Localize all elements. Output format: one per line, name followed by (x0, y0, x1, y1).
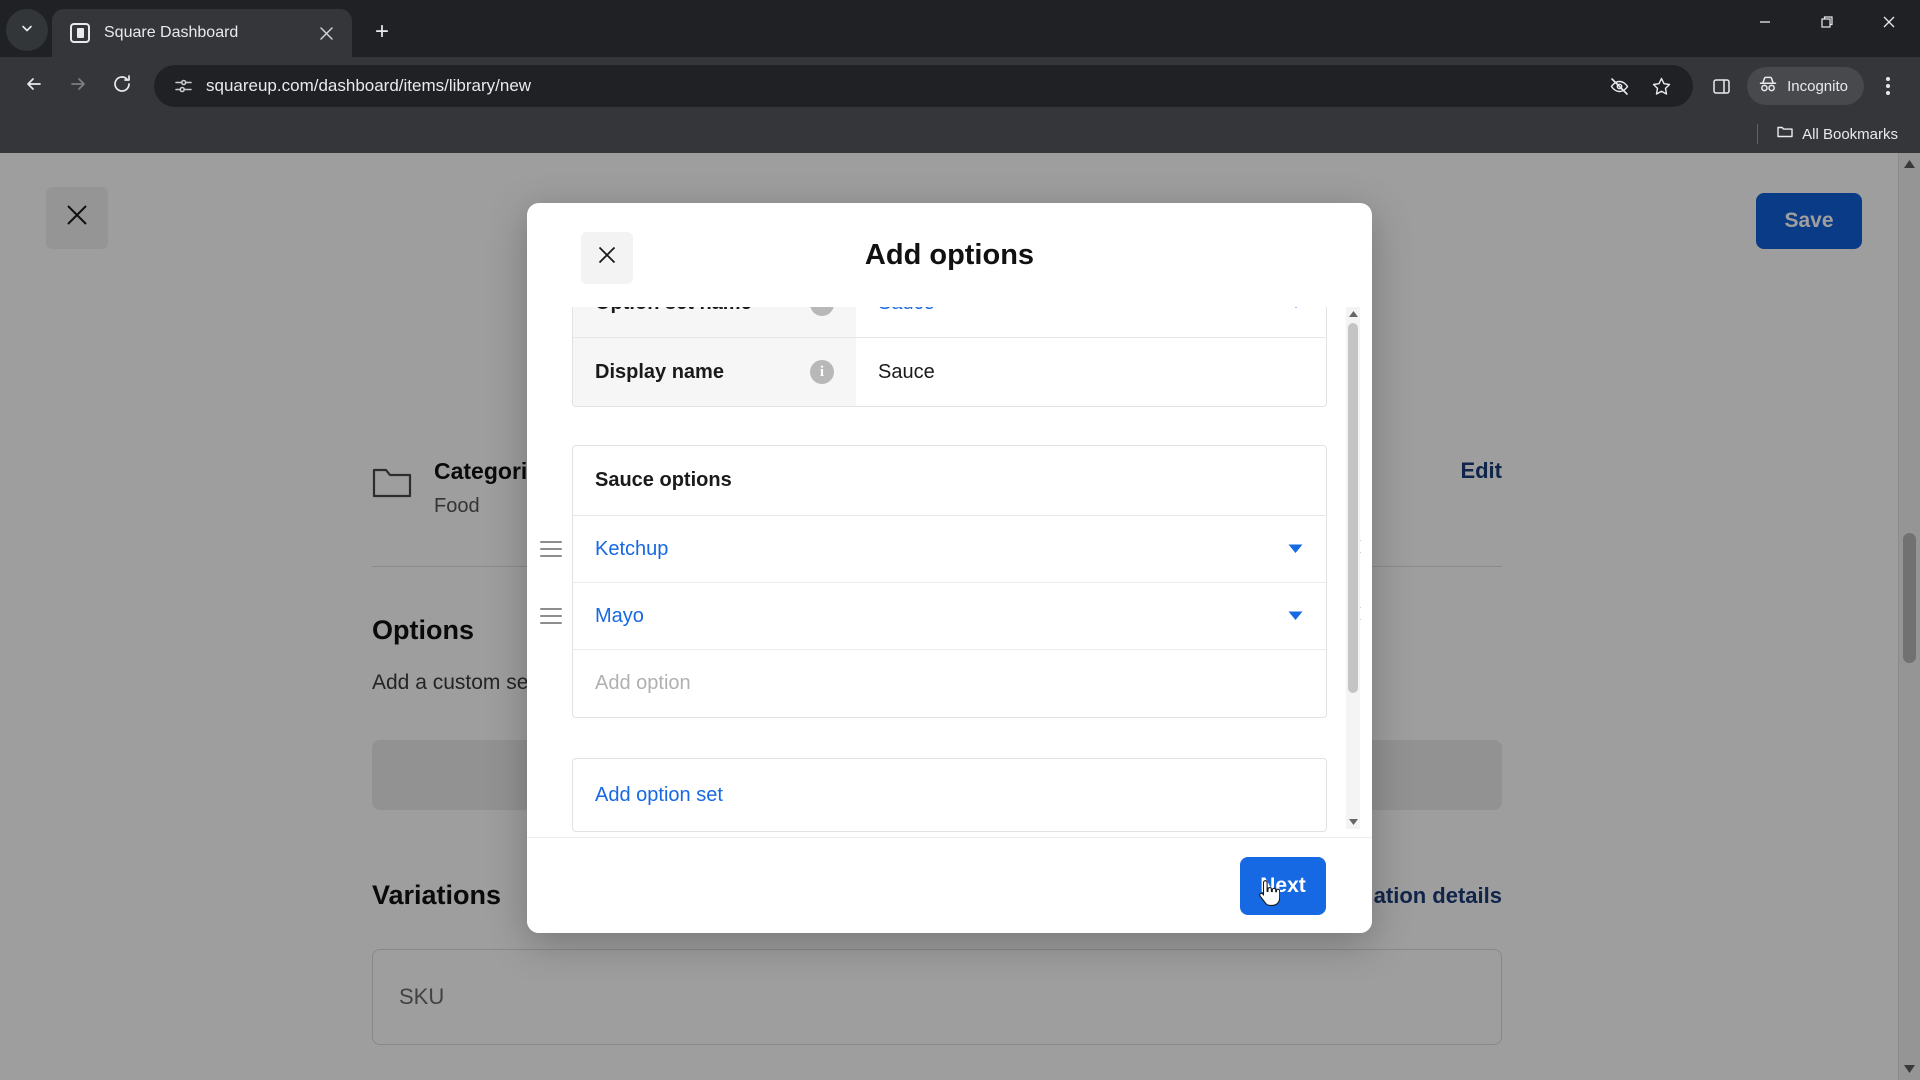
option-row-mayo[interactable]: Mayo (540, 583, 1361, 650)
reload-button[interactable] (100, 64, 144, 108)
next-button[interactable]: Next (1240, 856, 1326, 915)
info-icon[interactable]: i (810, 307, 834, 316)
tab-search-button[interactable] (6, 9, 48, 51)
option-set-name-value: Sauce (878, 307, 935, 315)
minimize-button[interactable] (1734, 0, 1796, 44)
restore-icon (1820, 15, 1834, 29)
option-set-name-value-cell[interactable]: Sauce (856, 307, 1326, 337)
eye-slash-icon[interactable] (1601, 68, 1637, 104)
option-set-fields-card: Option set name i Sauce (572, 307, 1327, 407)
display-name-label-cell: Display name i (573, 338, 856, 406)
sauce-options-card: Sauce options Ketchup Mayo Add option (540, 445, 1361, 718)
page-viewport: Save Create an Item Categories Food Edit… (0, 153, 1920, 1080)
chevron-down-icon[interactable] (1288, 307, 1304, 312)
minimize-icon (1758, 15, 1772, 29)
chevron-down-icon[interactable] (1287, 606, 1304, 626)
plus-icon: + (374, 18, 389, 45)
reload-icon (111, 73, 133, 100)
display-name-row[interactable]: Display name i Sauce (573, 338, 1326, 406)
new-tab-button[interactable]: + (364, 14, 400, 50)
maximize-button[interactable] (1796, 0, 1858, 44)
display-name-label: Display name (595, 360, 724, 383)
close-icon (596, 244, 618, 272)
caret-down-icon[interactable] (1346, 815, 1360, 829)
chevron-down-icon[interactable] (1287, 539, 1304, 559)
tab-close-icon[interactable] (312, 19, 340, 47)
option-label: Ketchup (595, 537, 669, 560)
tab-strip: Square Dashboard + (0, 0, 1920, 57)
three-dot-menu-icon[interactable] (1868, 66, 1908, 106)
side-panel-icon[interactable] (1703, 68, 1739, 104)
display-name-value: Sauce (878, 360, 935, 383)
folder-icon (1776, 123, 1794, 145)
add-options-modal: Add options Option set name i (527, 203, 1372, 933)
all-bookmarks-button[interactable]: All Bookmarks (1768, 119, 1906, 149)
omnibox-actions (1601, 68, 1679, 104)
back-button[interactable] (12, 64, 56, 108)
incognito-label: Incognito (1787, 77, 1848, 95)
drag-handle-icon[interactable] (540, 608, 562, 624)
incognito-indicator[interactable]: Incognito (1747, 67, 1864, 105)
window-controls (1734, 0, 1920, 44)
add-option-placeholder: Add option (595, 672, 691, 694)
modal-scroll-content: Option set name i Sauce (540, 307, 1361, 837)
add-option-input[interactable]: Add option (573, 650, 1326, 717)
incognito-hat-icon (1757, 73, 1779, 99)
bookmarks-bar: All Bookmarks (0, 115, 1920, 153)
address-bar[interactable]: squareup.com/dashboard/items/library/new (154, 65, 1694, 107)
window-close-icon (1882, 15, 1896, 29)
option-set-name-label: Option set name (595, 307, 752, 315)
caret-up-icon[interactable] (1346, 307, 1360, 321)
arrow-left-icon (23, 73, 45, 100)
display-name-value-cell[interactable]: Sauce (856, 338, 1326, 406)
option-row-ketchup[interactable]: Ketchup (540, 516, 1361, 583)
option-label: Mayo (595, 604, 644, 627)
add-option-set-button[interactable]: Add option set (572, 758, 1327, 832)
modal-header: Add options (527, 203, 1372, 307)
modal-scroll-area[interactable]: Option set name i Sauce (527, 307, 1372, 837)
browser-toolbar: squareup.com/dashboard/items/library/new (0, 57, 1920, 115)
sauce-options-heading: Sauce options (573, 446, 1326, 516)
next-label: Next (1260, 873, 1306, 897)
square-logo-icon (70, 23, 90, 43)
option-set-name-label-cell: Option set name i (573, 307, 856, 337)
browser-window: Square Dashboard + squareup.com/dashboar… (0, 0, 1920, 1080)
all-bookmarks-label: All Bookmarks (1802, 125, 1898, 143)
arrow-right-icon (67, 73, 89, 100)
star-icon[interactable] (1643, 68, 1679, 104)
modal-footer: Next (527, 837, 1372, 933)
modal-scrollbar[interactable] (1346, 307, 1360, 829)
info-icon[interactable]: i (810, 360, 834, 384)
drag-handle-icon[interactable] (540, 541, 562, 557)
bookmark-separator (1757, 124, 1759, 144)
chevron-down-icon (20, 21, 34, 40)
browser-tab[interactable]: Square Dashboard (52, 9, 352, 57)
modal-scroll-thumb[interactable] (1348, 323, 1358, 693)
page-settings-icon[interactable] (168, 71, 198, 101)
modal-title: Add options (864, 238, 1035, 271)
modal-close-button[interactable] (581, 232, 633, 284)
tab-title: Square Dashboard (104, 24, 239, 41)
add-option-set-label: Add option set (595, 783, 723, 806)
option-set-name-row[interactable]: Option set name i Sauce (573, 307, 1326, 338)
url-text: squareup.com/dashboard/items/library/new (206, 76, 532, 95)
forward-button[interactable] (56, 64, 100, 108)
close-window-button[interactable] (1858, 0, 1920, 44)
